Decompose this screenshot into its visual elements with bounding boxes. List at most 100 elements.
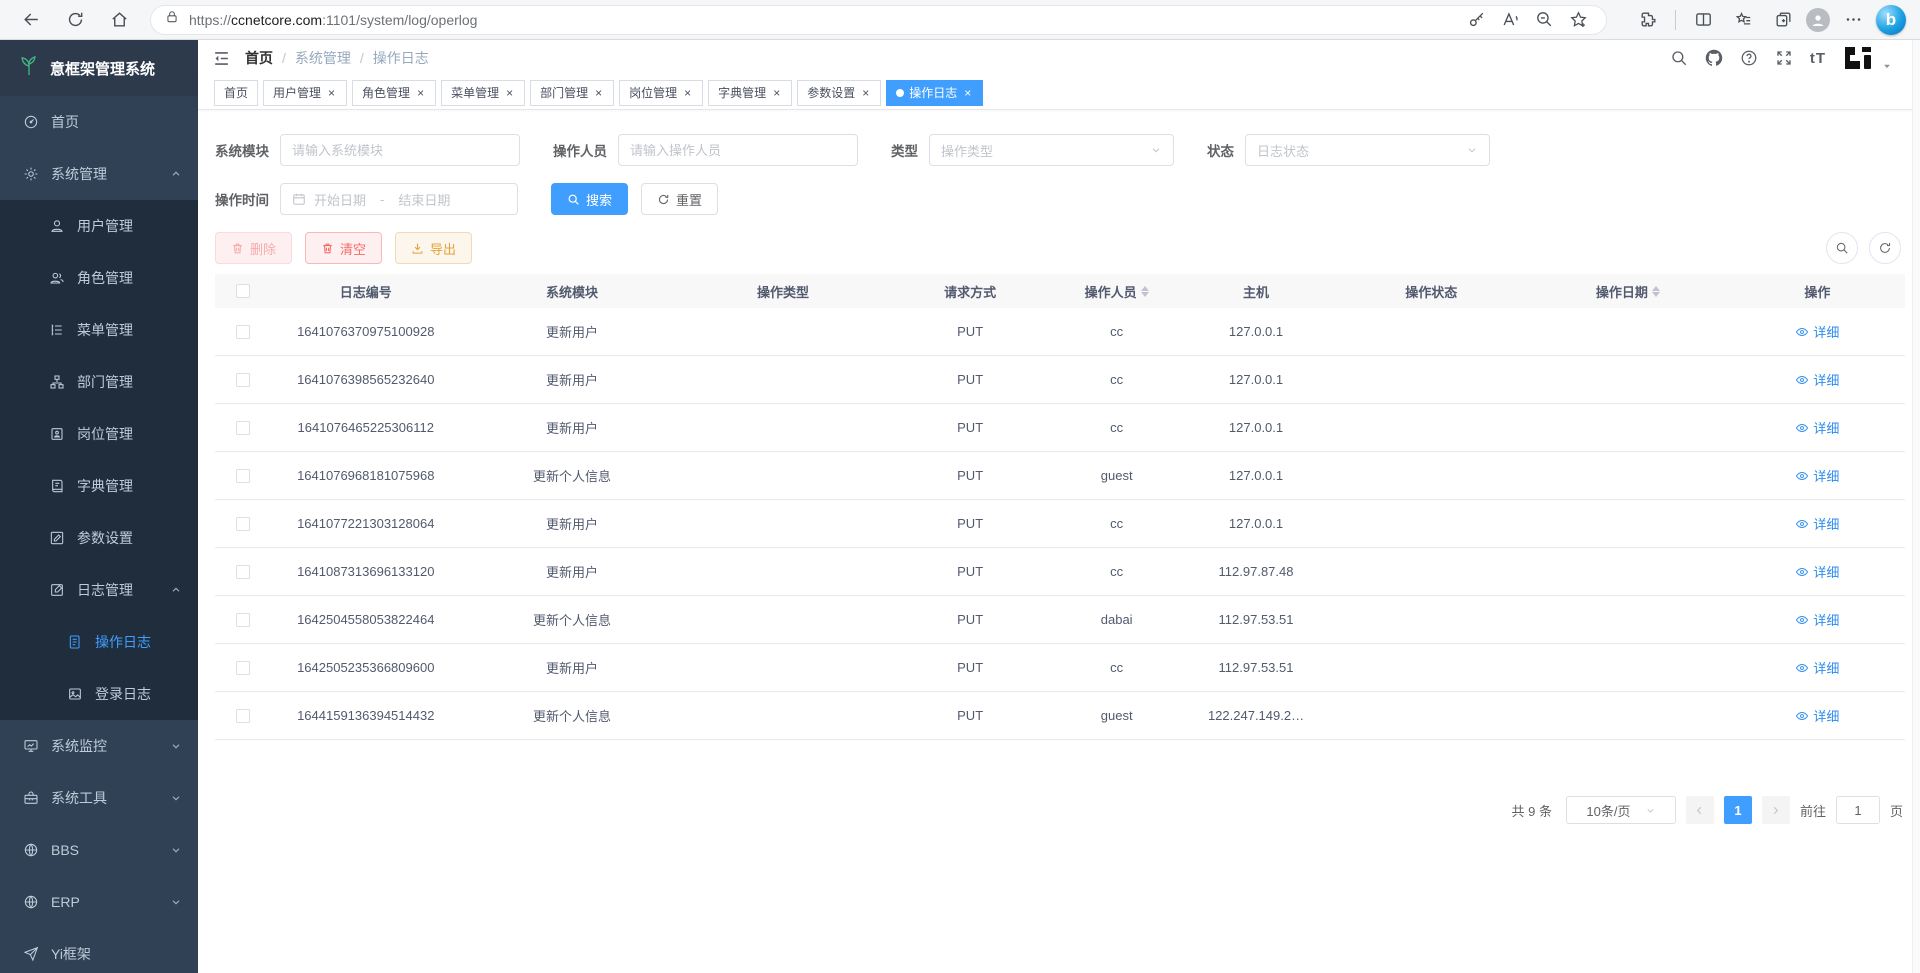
detail-link[interactable]: 详细 [1795,514,1839,533]
user-avatar[interactable] [1843,45,1873,71]
sidebar-item-user-mgmt[interactable]: 用户管理 [0,200,198,252]
row-checkbox[interactable] [236,469,250,483]
sort-caret-icon[interactable] [1141,286,1149,297]
tab-close-icon[interactable]: × [504,86,515,100]
sidebar-collapse-icon[interactable] [212,49,231,68]
goto-page-input[interactable] [1836,796,1880,824]
home-icon[interactable] [102,5,136,35]
bing-icon[interactable]: b [1876,5,1906,35]
tab-close-icon[interactable]: × [682,86,693,100]
detail-link[interactable]: 详细 [1795,706,1839,725]
user-dropdown-caret-icon[interactable] [1882,61,1892,71]
detail-link[interactable]: 详细 [1795,322,1839,341]
detail-link[interactable]: 详细 [1795,418,1839,437]
row-checkbox[interactable] [236,325,250,339]
sidebar-item-post-mgmt[interactable]: 岗位管理 [0,408,198,460]
sidebar-item-home[interactable]: 首页 [0,96,198,148]
row-checkbox[interactable] [236,517,250,531]
page-size-select[interactable]: 10条/页 [1566,796,1676,824]
app-logo[interactable]: 意框架管理系统 [0,40,198,96]
prev-page-button[interactable] [1686,796,1714,824]
tab-close-icon[interactable]: × [771,86,782,100]
help-icon[interactable] [1740,49,1758,67]
row-checkbox[interactable] [236,709,250,723]
refresh-icon[interactable] [58,5,92,35]
sidebar-item-login-log[interactable]: 登录日志 [0,668,198,720]
back-icon[interactable] [14,5,48,35]
tab-menu-mgmt[interactable]: 菜单管理× [441,80,525,106]
table-search-icon[interactable] [1826,232,1858,264]
browser-profile-avatar[interactable] [1806,8,1830,32]
sidebar-item-param-settings[interactable]: 参数设置 [0,512,198,564]
breadcrumb-item[interactable]: 系统管理 [295,48,351,68]
detail-link[interactable]: 详细 [1795,658,1839,677]
tab-close-icon[interactable]: × [860,86,871,100]
row-checkbox[interactable] [236,565,250,579]
address-bar[interactable]: https://ccnetcore.com:1101/system/log/op… [150,5,1607,35]
sidebar-item-system-tools[interactable]: 系统工具 [0,772,198,824]
sidebar-item-system-monitor[interactable]: 系统监控 [0,720,198,772]
select-all-checkbox[interactable] [236,284,250,298]
sidebar-item-yi-framework[interactable]: Yi框架 [0,928,198,973]
type-select[interactable]: 操作类型 [929,134,1174,166]
github-icon[interactable] [1705,49,1723,67]
tab-role-mgmt[interactable]: 角色管理× [352,80,436,106]
sidebar-item-dict-mgmt[interactable]: 字典管理 [0,460,198,512]
delete-button[interactable]: 删除 [215,232,292,264]
module-input[interactable] [292,143,508,158]
detail-link[interactable]: 详细 [1795,370,1839,389]
column-header[interactable]: 操作日期 [1526,282,1730,301]
sidebar-item-oper-log[interactable]: 操作日志 [0,616,198,668]
date-range-picker[interactable]: 开始日期 - 结束日期 [280,183,518,215]
sidebar-item-role-mgmt[interactable]: 角色管理 [0,252,198,304]
read-aloud-icon[interactable] [1496,5,1524,35]
sidebar-item-system-mgmt[interactable]: 系统管理 [0,148,198,200]
tab-close-icon[interactable]: × [962,86,973,100]
collections-icon[interactable] [1766,5,1800,35]
search-button[interactable]: 搜索 [551,183,628,215]
page-scrollbar[interactable] [1912,40,1920,973]
extensions-icon[interactable] [1631,5,1665,35]
operator-input[interactable] [630,143,846,158]
tab-oper-log[interactable]: 操作日志× [886,80,983,106]
tab-close-icon[interactable]: × [415,86,426,100]
export-button[interactable]: 导出 [395,232,472,264]
detail-link[interactable]: 详细 [1795,562,1839,581]
row-checkbox[interactable] [236,661,250,675]
tab-user-mgmt[interactable]: 用户管理× [263,80,347,106]
fullscreen-icon[interactable] [1775,49,1793,67]
sidebar-item-bbs[interactable]: BBS [0,824,198,876]
column-header[interactable]: 操作人员 [1058,282,1176,301]
favorites-bar-icon[interactable] [1726,5,1760,35]
sidebar-item-menu-mgmt[interactable]: 菜单管理 [0,304,198,356]
sidebar-item-log-mgmt[interactable]: 日志管理 [0,564,198,616]
tab-post-mgmt[interactable]: 岗位管理× [619,80,703,106]
detail-link[interactable]: 详细 [1795,466,1839,485]
split-screen-icon[interactable] [1686,5,1720,35]
tab-dept-mgmt[interactable]: 部门管理× [530,80,614,106]
breadcrumb-item[interactable]: 首页 [245,48,273,68]
tab-dict-mgmt[interactable]: 字典管理× [708,80,792,106]
tab-home[interactable]: 首页 [214,80,258,106]
sidebar-item-erp[interactable]: ERP [0,876,198,928]
row-checkbox[interactable] [236,613,250,627]
favorite-add-icon[interactable] [1564,5,1592,35]
sort-caret-icon[interactable] [1652,286,1660,297]
sidebar-item-dept-mgmt[interactable]: 部门管理 [0,356,198,408]
status-select[interactable]: 日志状态 [1245,134,1490,166]
tab-close-icon[interactable]: × [593,86,604,100]
next-page-button[interactable] [1762,796,1790,824]
reset-button[interactable]: 重置 [641,183,718,215]
page-number-active[interactable]: 1 [1724,796,1752,824]
clear-button[interactable]: 清空 [305,232,382,264]
password-key-icon[interactable] [1462,5,1490,35]
breadcrumb-item[interactable]: 操作日志 [373,48,429,68]
more-menu-icon[interactable] [1836,5,1870,35]
zoom-out-icon[interactable] [1530,5,1558,35]
search-icon[interactable] [1670,49,1688,67]
detail-link[interactable]: 详细 [1795,610,1839,629]
fontsize-icon[interactable]: tT [1810,50,1826,67]
table-refresh-icon[interactable] [1869,232,1901,264]
row-checkbox[interactable] [236,373,250,387]
tab-param-settings[interactable]: 参数设置× [797,80,881,106]
